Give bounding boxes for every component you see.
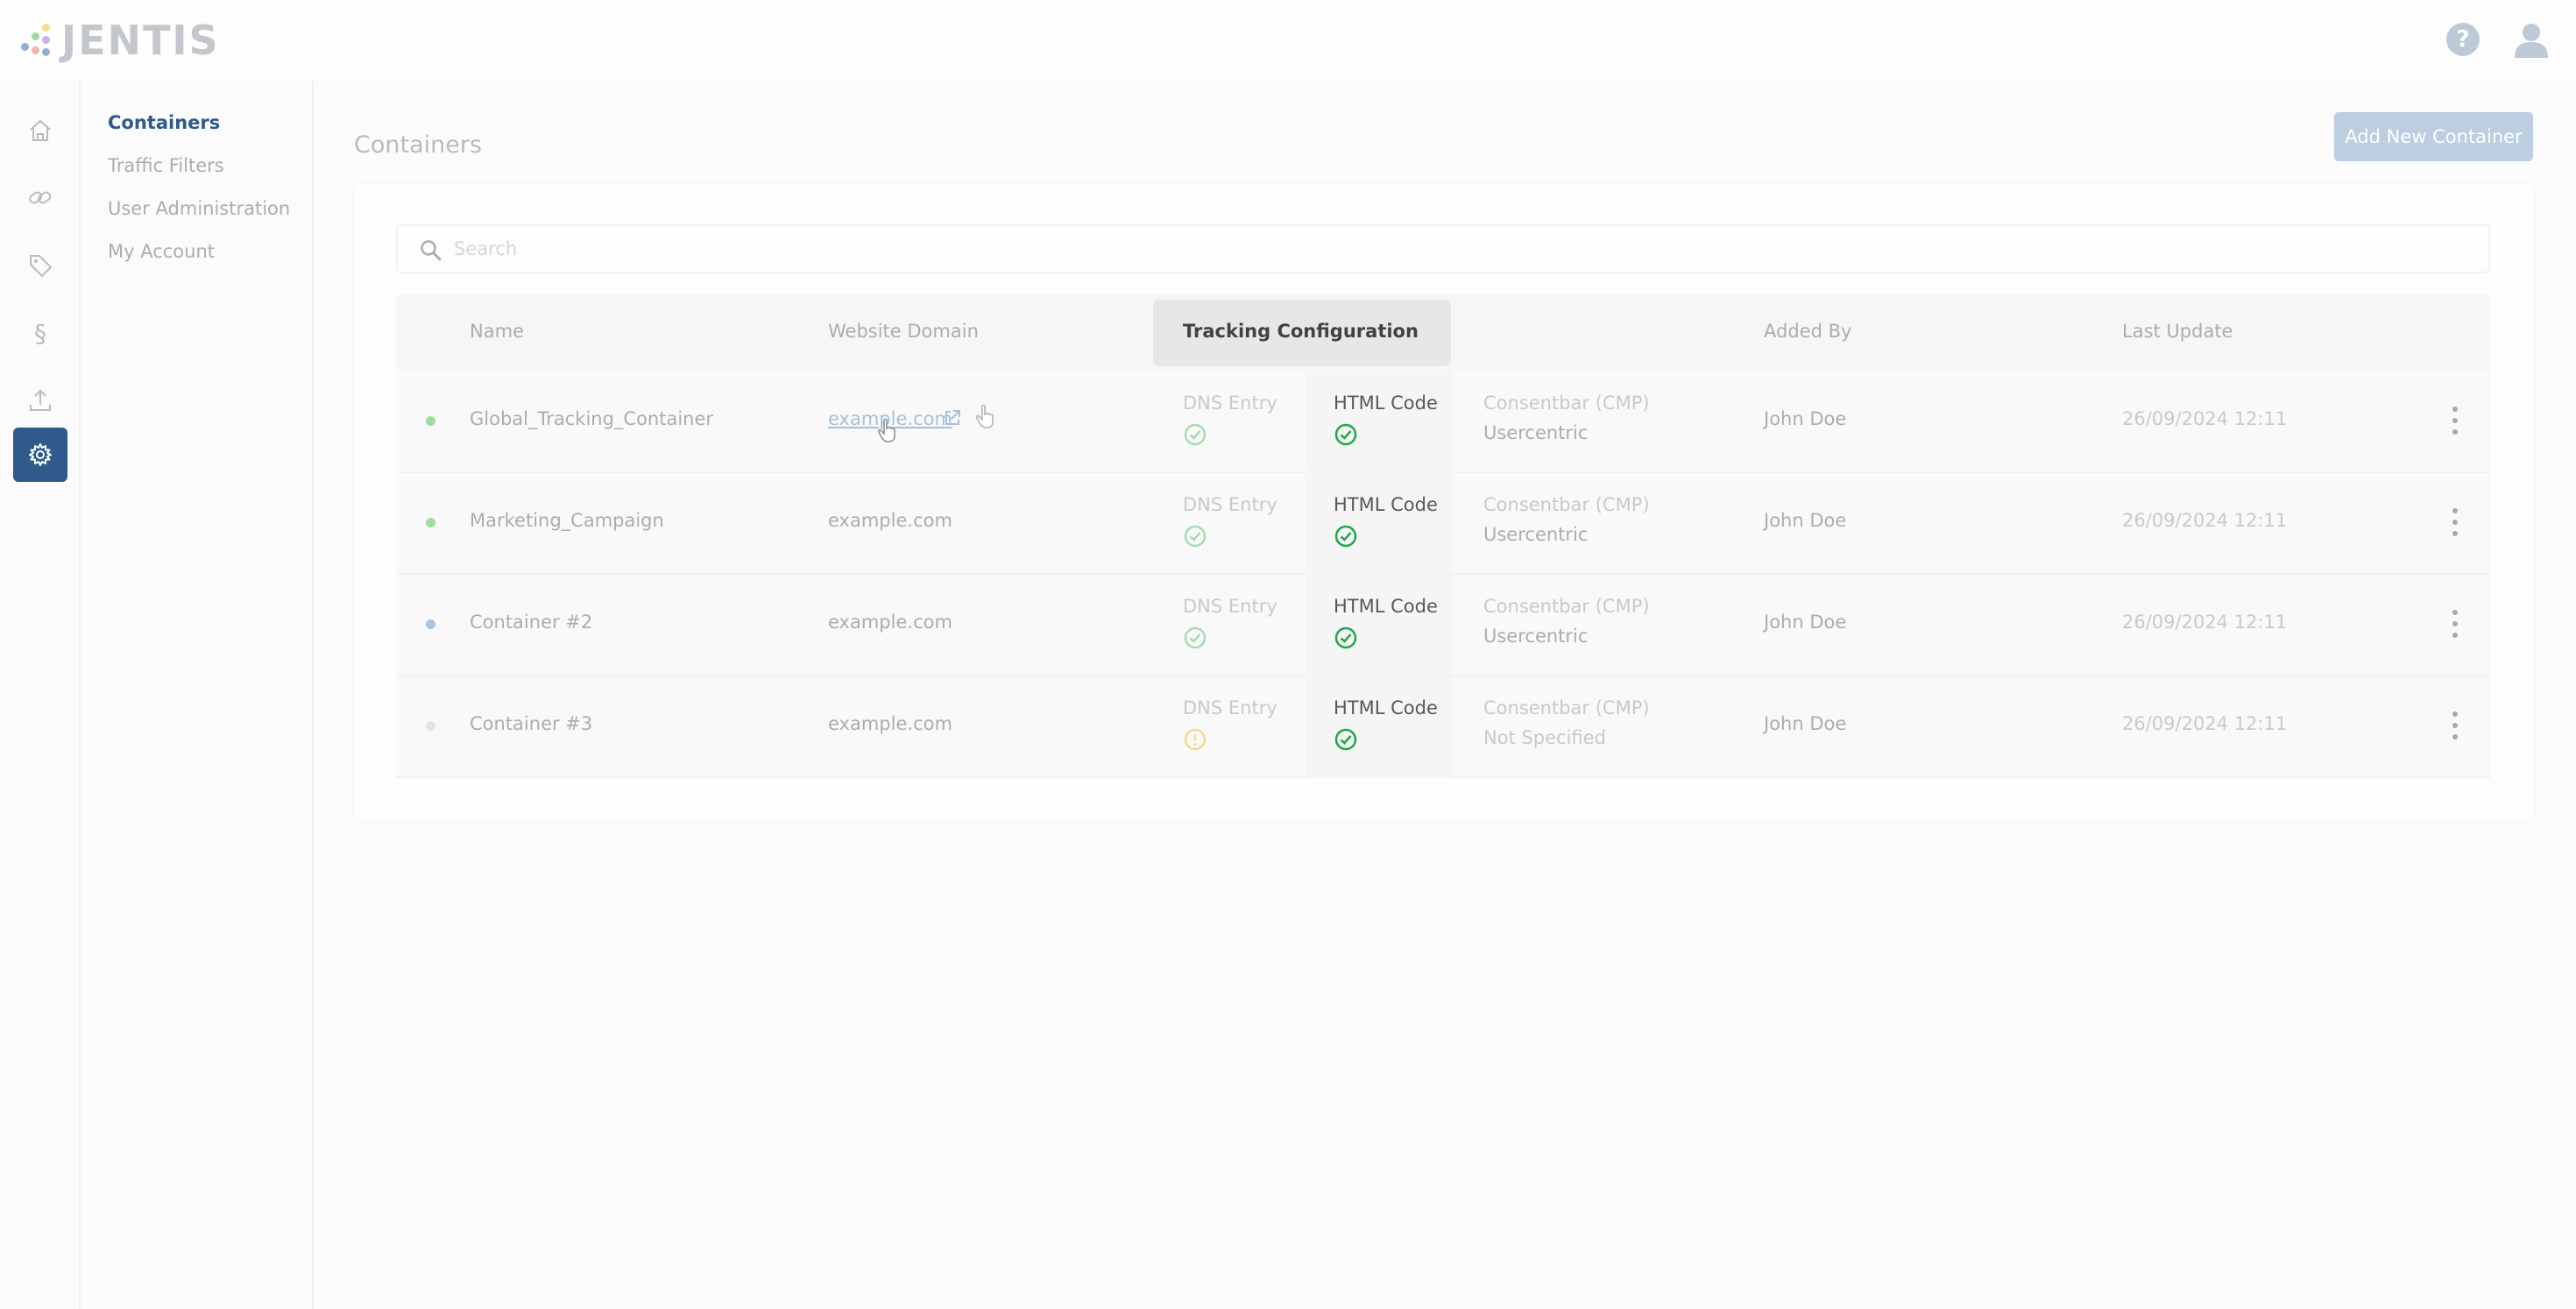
top-bar: JENTIS ? [0, 0, 2576, 81]
add-new-container-button[interactable]: Add New Container [2334, 112, 2533, 161]
table-header: Name Website Domain Tracking Configurati… [396, 294, 2490, 371]
search-icon [421, 240, 442, 261]
cmp-value: Usercentric [1483, 422, 1589, 443]
tag-icon [30, 255, 53, 278]
html-check-icon [1334, 728, 1357, 751]
containers-card: Name Website Domain Tracking Configurati… [354, 184, 2534, 820]
container-name[interactable]: Marketing_Campaign [470, 510, 664, 531]
gear-icon [29, 443, 52, 466]
container-name[interactable]: Global_Tracking_Container [470, 408, 713, 429]
last-update: 26/09/2024 12:11 [2122, 713, 2288, 734]
logo-text: JENTIS [61, 17, 220, 64]
table-row[interactable]: Global_Tracking_Container example.com DN… [396, 371, 2490, 473]
rail-home[interactable] [13, 103, 67, 158]
container-name[interactable]: Container #2 [470, 612, 592, 633]
row-menu-icon[interactable] [2452, 508, 2459, 536]
dns-warning-icon [1184, 728, 1207, 751]
html-check-icon [1334, 626, 1357, 649]
column-header-tracking-configuration[interactable]: Tracking Configuration [1153, 300, 1451, 366]
dns-entry-label: DNS Entry [1183, 697, 1277, 718]
rail-link[interactable] [13, 171, 67, 225]
container-name[interactable]: Container #3 [470, 713, 592, 734]
external-link-icon[interactable] [943, 408, 962, 428]
html-check-icon [1334, 423, 1357, 446]
rail-section[interactable]: § [13, 306, 67, 360]
html-code-label: HTML Code [1334, 494, 1438, 515]
added-by: John Doe [1764, 612, 1847, 633]
status-dot [426, 518, 435, 527]
table-row[interactable]: Container #2 example.com DNS Entry HTML … [396, 575, 2490, 676]
cmp-value: Usercentric [1483, 626, 1589, 647]
link-icon [29, 191, 52, 204]
upload-icon [30, 389, 51, 411]
table-row[interactable]: Container #3 example.com DNS Entry HTML … [396, 676, 2490, 778]
dns-entry-label: DNS Entry [1183, 596, 1277, 617]
website-domain[interactable]: example.com [828, 713, 952, 734]
column-header-name[interactable]: Name [470, 321, 524, 342]
row-menu-icon[interactable] [2452, 610, 2459, 638]
html-code-cell[interactable]: HTML Code [1306, 676, 1451, 778]
html-code-cell[interactable]: HTML Code [1306, 371, 1451, 473]
cmp-label: Consentbar (CMP) [1483, 494, 1650, 515]
row-menu-icon[interactable] [2452, 407, 2459, 435]
html-code-cell[interactable]: HTML Code [1306, 575, 1451, 676]
html-code-label: HTML Code [1334, 697, 1438, 718]
status-dot [426, 416, 435, 426]
dns-check-icon [1184, 423, 1207, 446]
cmp-label: Consentbar (CMP) [1483, 596, 1650, 617]
added-by: John Doe [1764, 408, 1847, 429]
hand-cursor-icon [975, 404, 994, 428]
search-input[interactable] [454, 233, 2469, 265]
status-dot [426, 721, 435, 731]
column-header-website-domain[interactable]: Website Domain [828, 321, 979, 342]
section-icon: § [34, 318, 46, 348]
cmp-label: Consentbar (CMP) [1483, 697, 1650, 718]
settings-subnav: Containers Traffic Filters User Administ… [81, 81, 314, 1309]
subnav-item-containers[interactable]: Containers [108, 112, 220, 133]
dns-entry-label: DNS Entry [1183, 494, 1277, 515]
cmp-label: Consentbar (CMP) [1483, 393, 1650, 414]
html-code-cell[interactable]: HTML Code [1306, 473, 1451, 575]
html-code-label: HTML Code [1334, 393, 1438, 414]
subnav-item-my-account[interactable]: My Account [108, 241, 215, 262]
dns-entry-label: DNS Entry [1183, 393, 1277, 414]
dns-check-icon [1184, 525, 1207, 548]
cmp-value: Not Specified [1483, 727, 1606, 748]
row-menu-icon[interactable] [2452, 711, 2459, 739]
icon-rail: § [0, 81, 81, 1309]
subnav-item-traffic-filters[interactable]: Traffic Filters [108, 155, 224, 176]
logo-mark-icon [19, 24, 53, 57]
added-by: John Doe [1764, 713, 1847, 734]
html-check-icon [1334, 525, 1357, 548]
home-icon [30, 119, 51, 141]
column-header-added-by[interactable]: Added By [1764, 321, 1851, 342]
rail-tag[interactable] [13, 238, 67, 293]
added-by: John Doe [1764, 510, 1847, 531]
dns-check-icon [1184, 626, 1207, 649]
last-update: 26/09/2024 12:11 [2122, 510, 2288, 531]
website-domain[interactable]: example.com [828, 510, 952, 531]
column-header-last-update[interactable]: Last Update [2122, 321, 2233, 342]
cmp-value: Usercentric [1483, 524, 1589, 545]
rail-settings[interactable] [13, 428, 67, 482]
hand-cursor-icon [877, 418, 895, 442]
jentis-logo[interactable]: JENTIS [19, 17, 220, 64]
help-icon[interactable]: ? [2446, 23, 2480, 56]
website-domain[interactable]: example.com [828, 612, 952, 633]
page-title: Containers [354, 131, 483, 159]
user-profile-icon[interactable] [2513, 21, 2550, 58]
html-code-label: HTML Code [1334, 596, 1438, 617]
last-update: 26/09/2024 12:11 [2122, 408, 2288, 429]
subnav-item-user-administration[interactable]: User Administration [108, 198, 290, 219]
search-box[interactable] [396, 224, 2490, 273]
last-update: 26/09/2024 12:11 [2122, 612, 2288, 633]
rail-upload[interactable] [13, 373, 67, 428]
status-dot [426, 619, 435, 629]
table-row[interactable]: Marketing_Campaign example.com DNS Entry… [396, 473, 2490, 575]
